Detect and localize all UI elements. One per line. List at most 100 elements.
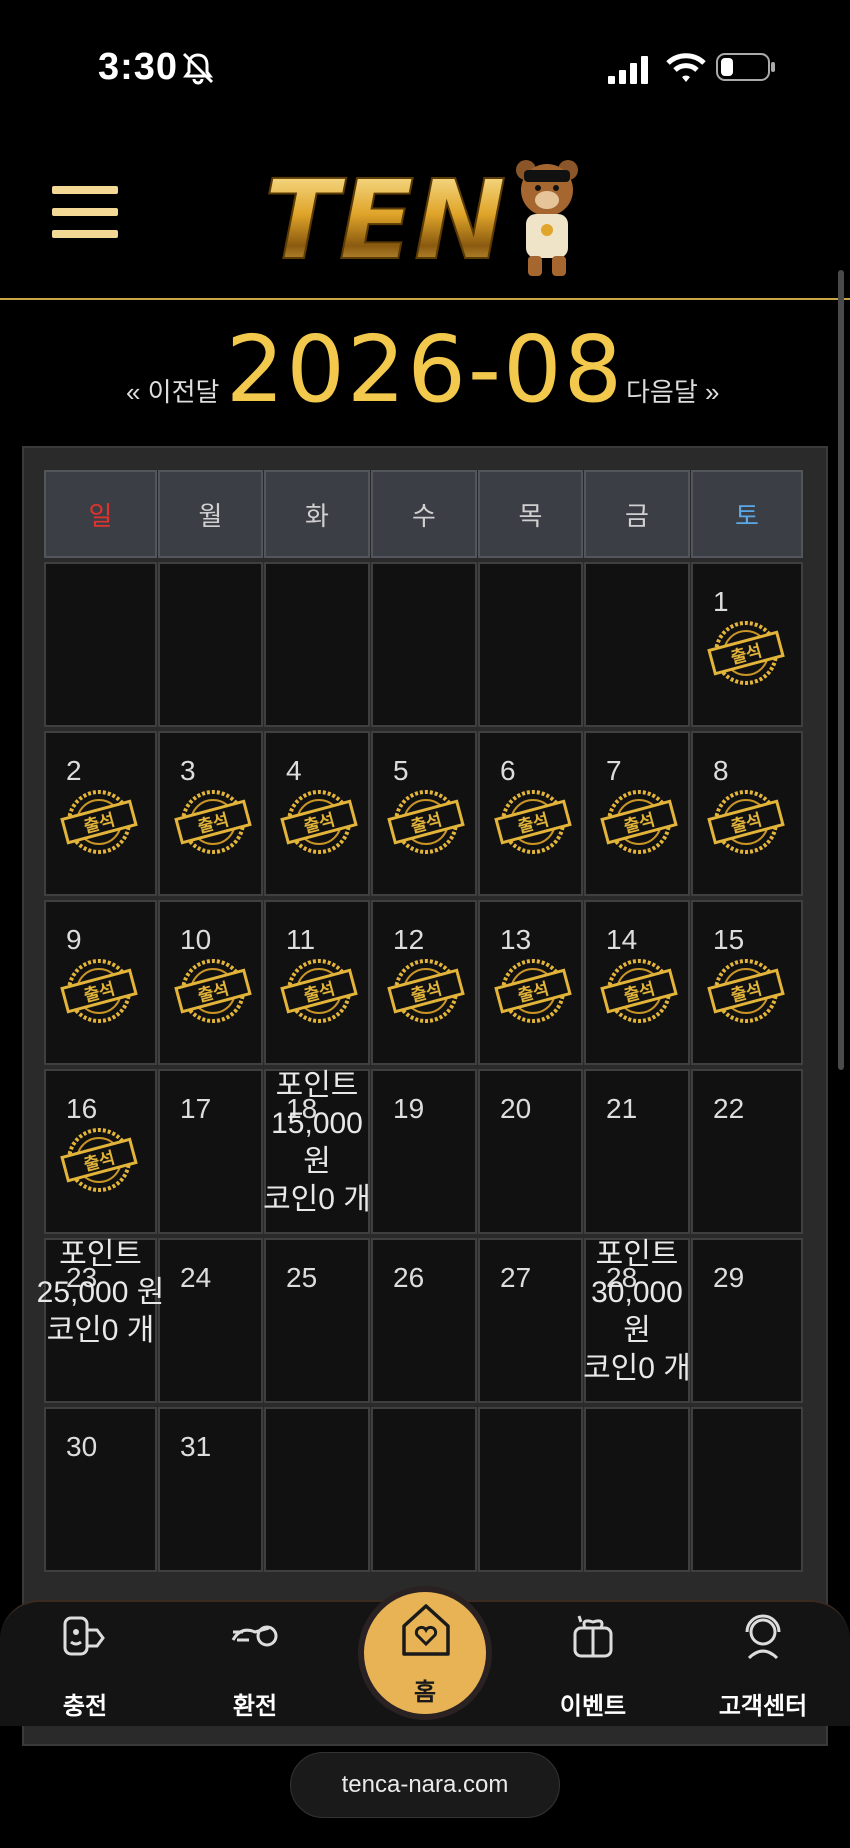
nav-home-button[interactable]: 홈	[358, 1586, 492, 1720]
browser-url-bar[interactable]: tenca-nara.com	[290, 1752, 560, 1818]
calendar-day: 19	[371, 1069, 477, 1234]
day-number: 5	[393, 755, 409, 786]
calendar-day: 25	[264, 1238, 370, 1403]
nav-event[interactable]: 이벤트	[518, 1602, 668, 1728]
empty-day-cell	[478, 1407, 583, 1572]
headset-icon	[745, 1614, 781, 1660]
attendance-stamp-icon: 출석	[60, 959, 138, 1023]
day-number: 13	[500, 924, 532, 955]
calendar-day: 8 출석	[691, 731, 803, 896]
attendance-stamp-icon: 출석	[600, 790, 678, 854]
calendar-day: 13 출석	[478, 900, 583, 1065]
attendance-stamp-icon: 출석	[707, 621, 785, 685]
day-number: 29	[713, 1262, 745, 1293]
day-number: 26	[393, 1262, 425, 1293]
day-bonus: 포인트 25,000 원 코인0 개	[36, 1236, 165, 1350]
calendar-week-row: 9 출석 10 출석 11 출석 12 출석 13 출석 14 출석 15 출석	[44, 900, 806, 1069]
calendar-day: 29	[691, 1238, 803, 1403]
day-number: 10	[180, 924, 212, 955]
day-number: 3	[180, 755, 196, 786]
nav-event-label: 이벤트	[559, 1693, 627, 1720]
calendar-week-row: 2 출석 3 출석 4 출석 5 출석 6 출석 7 출석 8 출석	[44, 731, 806, 900]
menu-bar	[52, 230, 118, 238]
day-number: 27	[500, 1262, 532, 1293]
cellular-signal-icon	[608, 56, 648, 84]
status-time: 3:30	[98, 46, 179, 88]
nav-charge[interactable]: 충전	[10, 1602, 160, 1728]
bonus-coins: 코인0 개	[46, 1314, 155, 1347]
bonus-points: 포인트 30,000 원	[591, 1238, 683, 1347]
day-number: 4	[286, 755, 302, 786]
attendance-stamp-icon: 출석	[60, 790, 138, 854]
day-bonus: 포인트 30,000 원코인0 개	[576, 1236, 698, 1388]
ten-logo[interactable]: TEN	[262, 150, 592, 280]
nav-support-label: 고객센터	[718, 1693, 808, 1720]
day-number: 30	[66, 1431, 98, 1462]
day-number: 17	[180, 1093, 212, 1124]
attendance-stamp-icon: 출석	[387, 790, 465, 854]
weekday-sat: 토	[691, 470, 803, 558]
attendance-stamp-icon: 출석	[600, 959, 678, 1023]
calendar-day: 4 출석	[264, 731, 370, 896]
weekday-fri: 금	[584, 470, 690, 558]
weekday-tue: 화	[264, 470, 370, 558]
day-number: 24	[180, 1262, 212, 1293]
weekday-wed: 수	[371, 470, 477, 558]
charge-icon	[63, 1616, 105, 1656]
calendar-weeks: 1 출석 2 출석 3 출석 4 출석 5 출석 6 출석 7 출석 8 출석 9 출석 10 출석 11 출석 12 출석 1…	[37, 562, 806, 1576]
bonus-coins: 코인0 개	[583, 1352, 691, 1385]
empty-day-cell	[371, 1407, 477, 1572]
calendar-day: 31	[158, 1407, 263, 1572]
next-month-link[interactable]: 다음달 »	[626, 372, 719, 409]
calendar-day: 5 출석	[371, 731, 477, 896]
empty-day-cell	[691, 1407, 803, 1572]
calendar-day: 11 출석	[264, 900, 370, 1065]
day-number: 2	[66, 755, 82, 786]
calendar-day: 16 출석	[44, 1069, 157, 1234]
calendar-week-row: 30 31	[44, 1407, 806, 1576]
empty-day-cell	[584, 562, 690, 727]
day-number: 11	[286, 924, 316, 955]
day-number: 25	[286, 1262, 318, 1293]
calendar-day: 18 포인트 15,000 원 코인0 개	[263, 1069, 371, 1234]
nav-support[interactable]: 고객센터	[688, 1602, 838, 1728]
calendar-day: 6 출석	[478, 731, 583, 896]
calendar-day: 22	[691, 1069, 803, 1234]
day-number: 8	[713, 755, 729, 786]
attendance-stamp-icon: 출석	[494, 959, 572, 1023]
calendar-day: 7 출석	[584, 731, 690, 896]
attendance-calendar: 일 월 화 수 목 금 토 1 출석 2 출석 3 출석 4 출석 5 출석 6 출석 7 출석 8 출석 9 출…	[37, 470, 806, 1576]
day-number: 1	[713, 586, 729, 617]
bonus-coins: 코인0 개	[263, 1183, 371, 1216]
calendar-day: 30	[44, 1407, 157, 1572]
nav-exchange-label: 환전	[232, 1693, 278, 1720]
day-number: 31	[180, 1431, 212, 1462]
calendar-day: 20	[478, 1069, 583, 1234]
nav-exchange[interactable]: 환전	[180, 1602, 330, 1728]
day-number: 16	[66, 1093, 98, 1124]
attendance-stamp-icon: 출석	[494, 790, 572, 854]
attendance-stamp-icon: 출석	[60, 1128, 138, 1192]
calendar-day: 9 출석	[44, 900, 157, 1065]
calendar-day: 27	[478, 1238, 583, 1403]
weekday-sun: 일	[44, 470, 157, 558]
svg-text:TEN: TEN	[264, 156, 506, 280]
attendance-stamp-icon: 출석	[387, 959, 465, 1023]
menu-button[interactable]	[52, 186, 118, 246]
calendar-day: 1 출석	[691, 562, 803, 727]
empty-day-cell	[584, 1407, 690, 1572]
calendar-week-row: 1 출석	[44, 562, 806, 731]
attendance-stamp-icon: 출석	[280, 959, 358, 1023]
day-number: 7	[606, 755, 622, 786]
empty-day-cell	[158, 562, 263, 727]
menu-bar	[52, 208, 118, 216]
current-month: 2026-08	[225, 316, 625, 423]
day-number: 12	[393, 924, 425, 955]
attendance-stamp-icon: 출석	[174, 790, 252, 854]
bonus-points: 포인트 15,000 원	[271, 1069, 363, 1178]
home-heart-icon	[402, 1604, 450, 1656]
site-header: TEN	[0, 140, 850, 300]
calendar-week-row: 23 포인트 25,000 원 코인0 개 24 25 26 27 28 포인트 30,000 …	[37, 1236, 806, 1407]
empty-day-cell	[264, 1407, 370, 1572]
weekday-header-row: 일 월 화 수 목 금 토	[44, 470, 806, 562]
